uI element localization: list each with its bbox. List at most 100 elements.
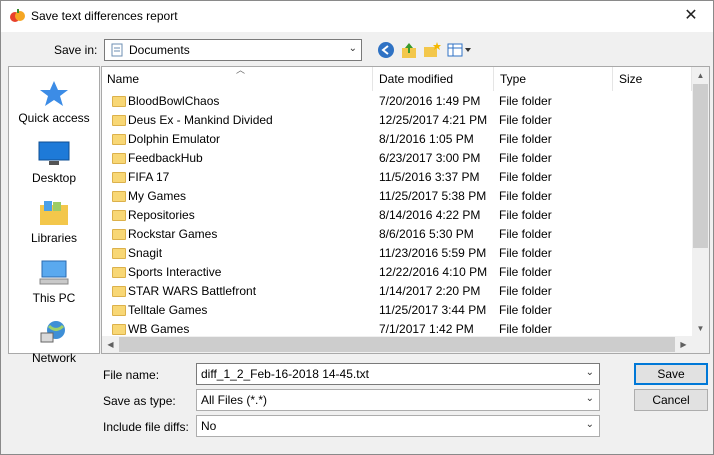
folder-icon [112, 229, 126, 240]
file-name: My Games [128, 189, 187, 203]
place-label: Libraries [30, 231, 78, 245]
file-name: Sports Interactive [128, 265, 222, 279]
file-date: 1/14/2017 2:20 PM [379, 284, 481, 298]
file-type: File folder [499, 151, 552, 165]
file-name-label: File name: [103, 368, 160, 382]
column-header-name[interactable]: ︿ Name [102, 67, 373, 91]
save-in-label: Save in: [54, 43, 98, 57]
place-this-pc[interactable]: This PC [8, 253, 100, 311]
file-date: 6/23/2017 3:00 PM [379, 151, 481, 165]
place-network[interactable]: Network [8, 313, 100, 371]
save-in-dropdown[interactable]: Documents ⌄ [104, 39, 362, 61]
place-desktop[interactable]: Desktop [8, 133, 100, 191]
file-type: File folder [499, 284, 552, 298]
save-button[interactable]: Save [634, 363, 708, 385]
chevron-down-icon: ⌄ [585, 419, 594, 430]
file-name-value: diff_1_2_Feb-16-2018 14-45.txt [201, 367, 369, 381]
save-as-type-dropdown[interactable]: All Files (*.*) ⌄ [196, 389, 600, 411]
title-bar: Save text differences report ✕ [1, 1, 713, 32]
file-date: 11/25/2017 5:38 PM [379, 189, 487, 203]
back-icon[interactable] [377, 41, 395, 59]
file-name: Deus Ex - Mankind Divided [128, 113, 273, 127]
chevron-down-icon: ⌄ [348, 43, 357, 54]
save-in-value: Documents [129, 43, 190, 57]
save-dialog: Save text differences report ✕ Save in: … [0, 0, 714, 455]
folder-icon [112, 286, 126, 297]
scroll-down-icon[interactable]: ▼ [692, 320, 709, 337]
place-label: Network [31, 351, 76, 365]
place-libraries[interactable]: Libraries [8, 193, 100, 251]
computer-icon [39, 260, 69, 285]
list-item[interactable]: Deus Ex - Mankind Divided 12/25/2017 4:2… [102, 111, 692, 130]
file-type: File folder [499, 227, 552, 241]
file-name: Telltale Games [128, 303, 208, 317]
file-name: WB Games [128, 322, 190, 336]
list-item[interactable]: Snagit 11/23/2016 5:59 PM File folder [102, 244, 692, 263]
folder-icon [112, 134, 126, 145]
file-name: STAR WARS Battlefront [128, 284, 257, 298]
network-icon [40, 321, 65, 343]
column-header-type[interactable]: Type [495, 67, 613, 91]
column-header-label: Name [107, 72, 140, 86]
column-header-size[interactable]: Size [614, 67, 692, 91]
column-header-label: Date modified [379, 72, 454, 86]
file-date: 7/20/2016 1:49 PM [379, 94, 481, 108]
column-header-date[interactable]: Date modified [374, 67, 494, 91]
cancel-button[interactable]: Cancel [634, 389, 708, 411]
folder-icon [112, 324, 126, 335]
file-date: 8/1/2016 1:05 PM [379, 132, 474, 146]
view-menu-icon[interactable] [447, 41, 473, 59]
window-title: Save text differences report [31, 9, 178, 23]
libraries-icon [40, 201, 68, 225]
file-type: File folder [499, 132, 552, 146]
list-item[interactable]: Rockstar Games 8/6/2016 5:30 PM File fol… [102, 225, 692, 244]
list-item[interactable]: Sports Interactive 12/22/2016 4:10 PM Fi… [102, 263, 692, 282]
column-header-label: Type [500, 72, 527, 86]
app-icon [10, 9, 25, 22]
list-item[interactable]: Telltale Games 11/25/2017 3:44 PM File f… [102, 301, 692, 320]
folder-icon [112, 172, 126, 183]
file-name: Repositories [128, 208, 195, 222]
sort-up-icon: ︿ [236, 66, 246, 75]
new-folder-icon[interactable] [423, 41, 441, 59]
chevron-down-icon[interactable]: ⌄ [586, 367, 594, 378]
file-type: File folder [499, 303, 552, 317]
up-folder-icon[interactable] [400, 41, 418, 59]
file-name-input[interactable]: diff_1_2_Feb-16-2018 14-45.txt ⌄ [196, 363, 600, 385]
file-type: File folder [499, 265, 552, 279]
scroll-up-icon[interactable]: ▲ [692, 67, 709, 84]
scroll-thumb[interactable] [119, 337, 675, 352]
include-diffs-dropdown[interactable]: No ⌄ [196, 415, 600, 437]
chevron-down-icon: ⌄ [585, 393, 594, 404]
list-item[interactable]: FeedbackHub 6/23/2017 3:00 PM File folde… [102, 149, 692, 168]
list-item[interactable]: My Games 11/25/2017 5:38 PM File folder [102, 187, 692, 206]
file-list[interactable]: ︿ Name Date modified Type Size BloodBowl… [101, 66, 710, 354]
save-as-type-value: All Files (*.*) [201, 393, 268, 407]
file-name: Dolphin Emulator [128, 132, 221, 146]
scroll-thumb[interactable] [693, 84, 708, 248]
folder-icon [112, 248, 126, 259]
scroll-left-icon[interactable]: ◀ [102, 336, 119, 353]
file-type: File folder [499, 246, 552, 260]
list-item[interactable]: BloodBowlChaos 7/20/2016 1:49 PM File fo… [102, 92, 692, 111]
column-header-label: Size [619, 72, 643, 86]
close-button[interactable]: ✕ [673, 3, 709, 29]
folder-icon [112, 153, 126, 164]
file-type: File folder [499, 113, 552, 127]
scroll-right-icon[interactable]: ▶ [675, 336, 692, 353]
vertical-scrollbar[interactable]: ▲ ▼ [692, 67, 709, 337]
list-item[interactable]: STAR WARS Battlefront 1/14/2017 2:20 PM … [102, 282, 692, 301]
file-date: 12/22/2016 4:10 PM [379, 265, 488, 279]
list-item[interactable]: FIFA 17 11/5/2016 3:37 PM File folder [102, 168, 692, 187]
place-quick-access[interactable]: Quick access [8, 73, 100, 131]
file-date: 11/23/2016 5:59 PM [379, 246, 487, 260]
file-name: Snagit [128, 246, 163, 260]
file-date: 12/25/2017 4:21 PM [379, 113, 488, 127]
place-label: This PC [32, 291, 76, 305]
list-item[interactable]: Repositories 8/14/2016 4:22 PM File fold… [102, 206, 692, 225]
folder-icon [112, 191, 126, 202]
place-label: Desktop [31, 171, 77, 185]
list-item[interactable]: Dolphin Emulator 8/1/2016 1:05 PM File f… [102, 130, 692, 149]
file-date: 11/25/2017 3:44 PM [379, 303, 487, 317]
horizontal-scrollbar[interactable]: ◀ ▶ [102, 336, 709, 353]
